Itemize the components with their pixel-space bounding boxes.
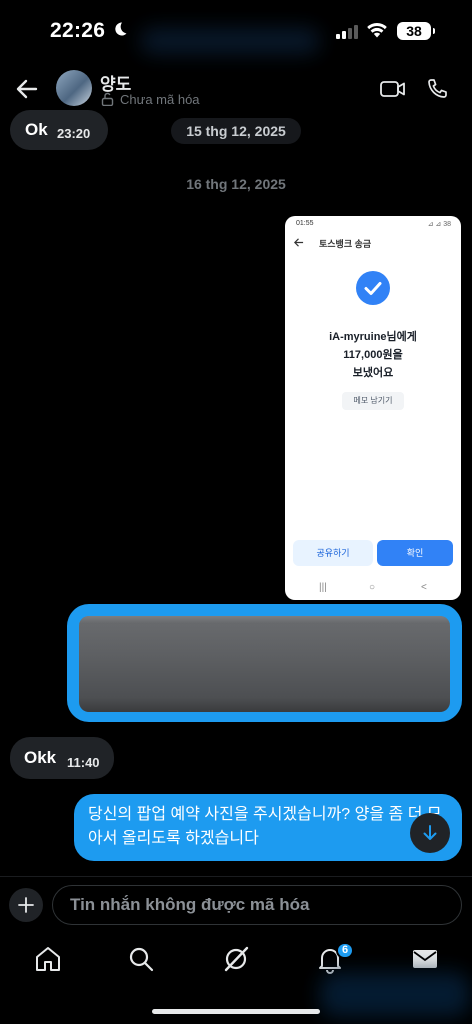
message-input[interactable] (52, 885, 462, 925)
received-message[interactable]: Okk 11:40 (10, 737, 114, 779)
message-text: Ok (25, 120, 48, 139)
battery-indicator: 38 (397, 22, 435, 40)
screenshot-nav-home: ○ (369, 582, 376, 593)
encryption-status: Chưa mã hóa (120, 92, 200, 107)
messages-envelope-icon[interactable] (410, 944, 440, 974)
screenshot-nav-back: < (421, 582, 427, 593)
screenshot-confirm-button: 확인 (377, 540, 453, 566)
sent-photo[interactable] (79, 616, 450, 712)
screenshot-sent-text: 보냈어요 (352, 367, 394, 379)
back-arrow-icon[interactable] (14, 76, 40, 102)
message-time: 11:40 (67, 755, 100, 770)
search-icon[interactable] (126, 944, 156, 974)
add-attachment-button[interactable] (9, 888, 43, 922)
video-call-icon[interactable] (380, 80, 406, 98)
sent-media-message[interactable] (67, 604, 462, 722)
arrow-down-icon (423, 825, 437, 840)
message-time: 23:20 (57, 126, 91, 141)
screenshot-title: 토스뱅크 송금 (319, 239, 372, 249)
status-bar: 22:26 38 (0, 0, 472, 60)
screenshot-nav-recent: ||| (319, 582, 327, 593)
message-text: Okk (24, 748, 57, 767)
screenshot-status-icons: ⊿ ⊿ 38 (427, 221, 451, 228)
screenshot-share-button: 공유하기 (293, 540, 373, 566)
moon-icon (115, 22, 127, 36)
screenshot-status-time: 01:55 (296, 220, 314, 227)
plus-icon (18, 897, 34, 913)
screenshot-recipient: iA-myruine님에게 (329, 331, 417, 343)
screenshot-memo-button: 메모 남기기 (342, 392, 404, 410)
avatar[interactable] (56, 70, 92, 106)
home-indicator (152, 1009, 320, 1014)
notifications-badge: 6 (336, 942, 355, 959)
grok-icon[interactable] (221, 944, 251, 974)
screenshot-nav-bar: ||| ○ < (285, 580, 461, 596)
blurred-region (320, 972, 470, 1017)
blurred-region (140, 28, 320, 54)
wifi-icon (367, 22, 387, 38)
scroll-to-bottom-button[interactable] (410, 813, 450, 853)
home-icon[interactable] (33, 944, 63, 974)
chat-header: 양도 Chưa mã hóa (0, 60, 472, 116)
date-separator: 16 thg 12, 2025 (186, 176, 286, 192)
unlock-icon (101, 92, 114, 106)
back-arrow-icon (293, 238, 304, 247)
phone-call-icon[interactable] (426, 78, 448, 100)
sent-message[interactable]: 당신의 팝업 예약 사진을 주시겠습니까? 양을 좀 더 모아서 올리도록 하겠… (74, 794, 462, 861)
received-message[interactable]: Ok 23:20 (10, 110, 108, 150)
cellular-signal-icon (336, 25, 360, 39)
check-circle-icon (356, 271, 390, 305)
sent-image-screenshot[interactable]: 01:55 ⊿ ⊿ 38 토스뱅크 송금 iA-myruine님에게 117,0… (285, 216, 461, 600)
screenshot-amount: 117,000원을 (343, 349, 403, 361)
date-separator: 15 thg 12, 2025 (171, 118, 301, 144)
status-time: 22:26 (50, 19, 106, 42)
message-composer (0, 876, 472, 932)
